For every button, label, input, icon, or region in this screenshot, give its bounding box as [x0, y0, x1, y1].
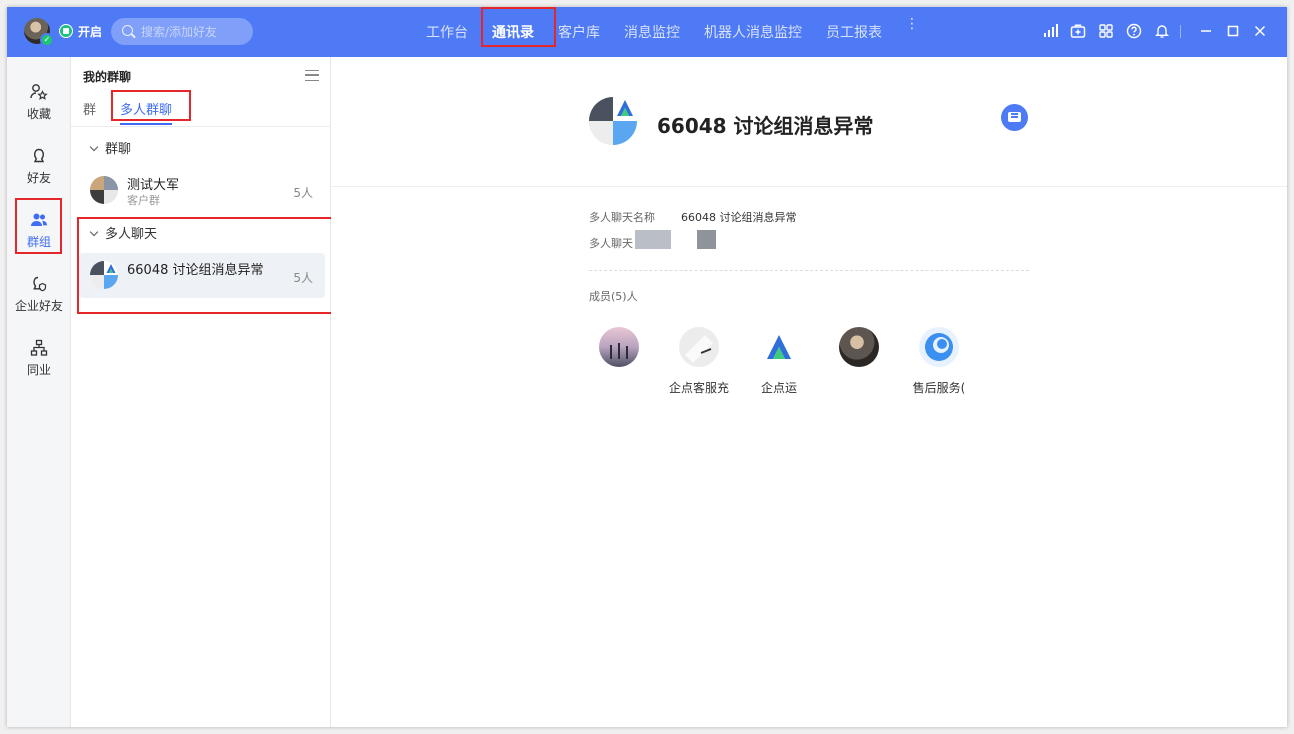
search-box[interactable]	[111, 18, 253, 45]
list-item[interactable]: 测试大军 客户群 5人	[79, 168, 325, 213]
item-name: 测试大军	[127, 178, 180, 193]
help-icon[interactable]	[1126, 23, 1142, 39]
group-avatar	[90, 176, 118, 204]
member-avatar	[759, 327, 799, 367]
rail-label: 同业	[26, 363, 51, 377]
panel-title: 我的群聊	[83, 70, 132, 84]
search-input[interactable]	[141, 22, 246, 41]
peers-icon	[30, 339, 48, 356]
member-item[interactable]: 企点运	[739, 327, 819, 397]
more-icon[interactable]: ⋮	[905, 17, 919, 31]
close-icon[interactable]	[1252, 23, 1268, 39]
member-item[interactable]: 售后服务(	[899, 327, 979, 397]
member-item[interactable]	[819, 327, 899, 397]
group-header-group-chat[interactable]: 群聊	[89, 138, 131, 157]
detail-divider	[331, 186, 1287, 187]
rail-item-enterprise-friends[interactable]: 企业好友	[7, 272, 71, 322]
rail-label: 企业好友	[14, 299, 63, 313]
member-name: 企点客服充	[668, 381, 729, 395]
rail-label: 收藏	[26, 107, 51, 121]
member-item[interactable]: 企点客服充	[659, 327, 739, 397]
menu-icon[interactable]	[305, 70, 319, 81]
toolbar-divider	[1180, 25, 1181, 38]
friends-icon	[33, 148, 45, 163]
search-icon	[122, 25, 133, 36]
member-avatar	[679, 327, 719, 367]
group-list-panel: 我的群聊 群 多人群聊 群聊 测试大军 客户群 5人 多人聊天 66048 讨论…	[71, 57, 347, 727]
send-message-button[interactable]	[1001, 104, 1028, 131]
panel-divider	[71, 126, 331, 127]
rail-item-friends[interactable]: 好友	[7, 144, 71, 194]
nav-customers[interactable]: 客户库	[558, 22, 600, 42]
chevron-down-icon	[89, 142, 99, 152]
maximize-icon[interactable]	[1225, 23, 1241, 39]
member-avatar	[599, 327, 639, 367]
enterprise-friends-icon	[33, 276, 47, 292]
redacted-block	[635, 230, 671, 249]
dashed-divider	[589, 270, 1029, 271]
nav-workbench[interactable]: 工作台	[426, 22, 468, 42]
member-avatar	[839, 327, 879, 367]
highlight-box-nav	[481, 7, 556, 47]
member-item[interactable]	[579, 327, 659, 397]
field-label-second: 多人聊天	[589, 237, 633, 250]
detail-panel: 66048 讨论组消息异常 多人聊天名称 66048 讨论组消息异常 多人聊天 …	[331, 57, 1287, 727]
highlight-box-tab	[111, 90, 191, 121]
field-label-name: 多人聊天名称	[589, 211, 655, 224]
tab-underline	[120, 123, 172, 125]
highlight-box-list	[77, 217, 347, 314]
member-name: 售后服务(	[912, 381, 966, 395]
nav-bot-message-monitor[interactable]: 机器人消息监控	[704, 22, 802, 42]
group-avatar-large	[589, 97, 637, 145]
online-check-icon: ✓	[40, 33, 54, 47]
rail-label: 好友	[26, 171, 51, 185]
bell-icon[interactable]	[1154, 23, 1170, 39]
app-window: ✓ 开启 工作台 通讯录 客户库 消息监控 机器人消息监控 员工报表 ⋮ 收藏	[7, 7, 1287, 727]
member-count: 5人	[293, 186, 313, 200]
minimize-icon[interactable]	[1198, 23, 1214, 39]
top-bar: ✓ 开启 工作台 通讯录 客户库 消息监控 机器人消息监控 员工报表 ⋮	[7, 7, 1287, 57]
favorites-icon	[30, 84, 48, 100]
members-label: 成员(5)人	[589, 290, 638, 303]
tab-groups[interactable]: 群	[83, 99, 96, 118]
nav-staff-report[interactable]: 员工报表	[826, 22, 882, 42]
rail-item-favorites[interactable]: 收藏	[7, 80, 71, 130]
apps-icon[interactable]	[1098, 23, 1114, 39]
left-rail: 收藏 好友 群组 企业好友 同业	[7, 57, 71, 727]
status-label[interactable]: 开启	[78, 23, 102, 40]
nav-message-monitor[interactable]: 消息监控	[624, 22, 680, 42]
redacted-block	[697, 230, 716, 249]
medkit-icon[interactable]	[1070, 23, 1086, 39]
member-avatar	[919, 327, 959, 367]
field-value-name: 66048 讨论组消息异常	[681, 211, 797, 224]
group-title: 66048 讨论组消息异常	[657, 114, 874, 138]
member-name: 企点运	[760, 381, 797, 395]
highlight-box-rail	[15, 198, 62, 254]
rail-item-peers[interactable]: 同业	[7, 336, 71, 386]
status-icon	[59, 24, 73, 38]
signal-icon[interactable]	[1042, 23, 1058, 39]
item-subtitle: 客户群	[127, 194, 160, 207]
